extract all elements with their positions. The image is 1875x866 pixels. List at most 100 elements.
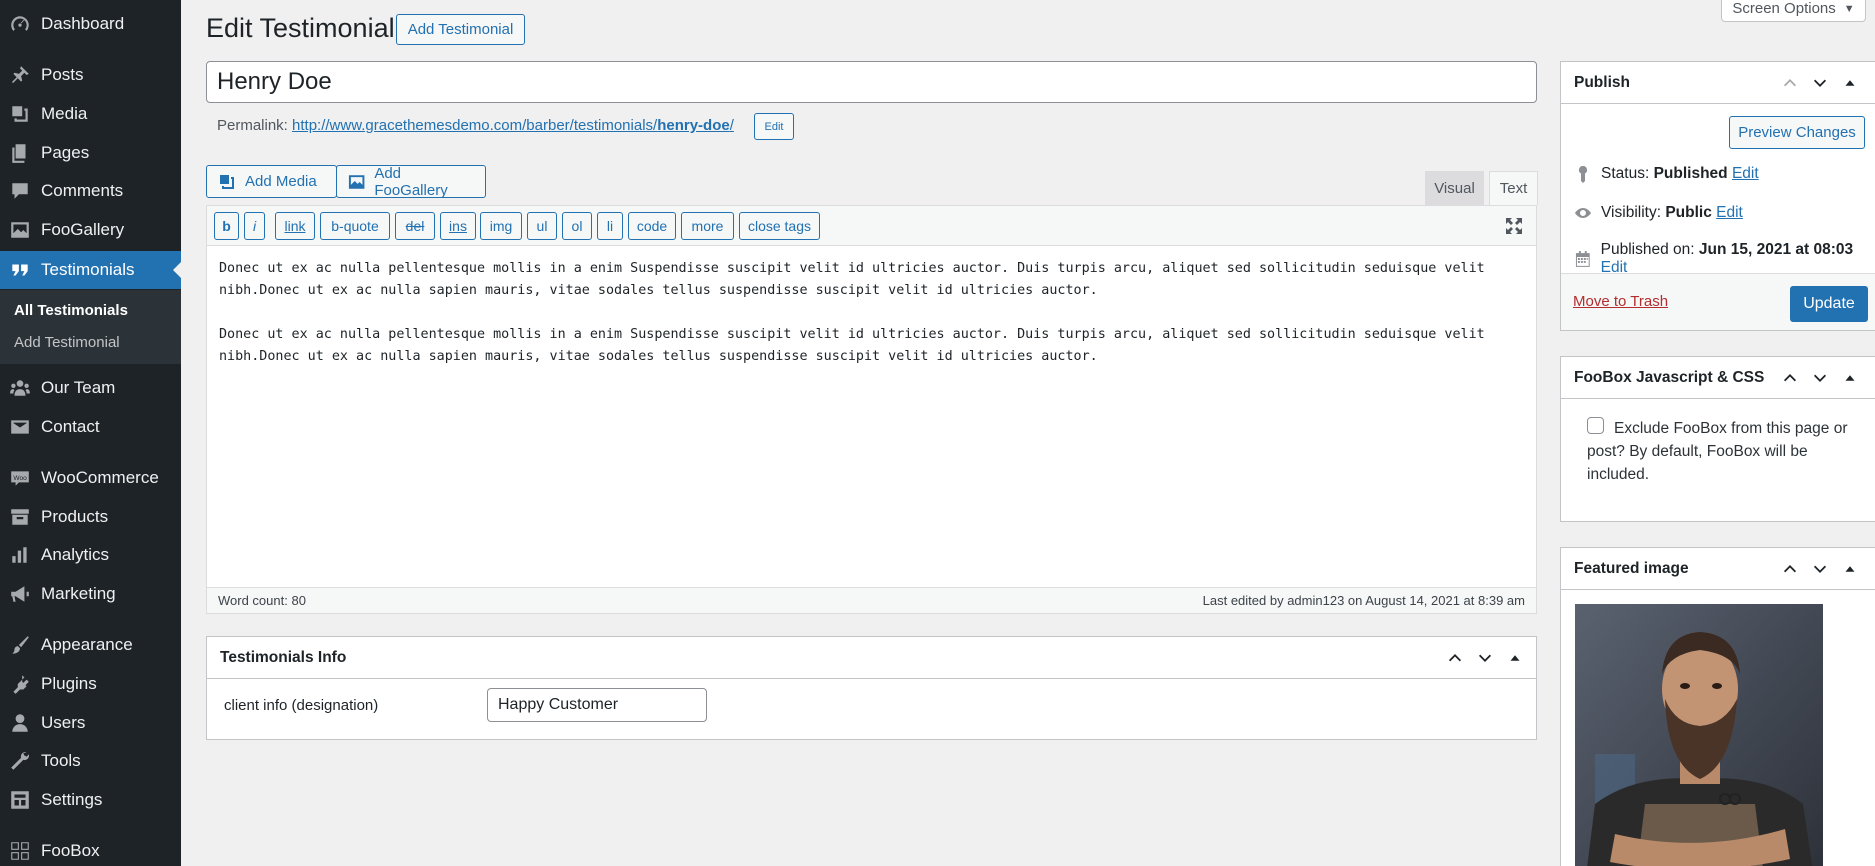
status-label: Status: — [1601, 165, 1650, 182]
menu-label: Our Team — [41, 378, 116, 397]
admin-sidebar: Dashboard Posts Media Pages Comments Foo… — [0, 0, 181, 866]
menu-label: FooBox — [41, 841, 100, 860]
menu-item-foobox[interactable]: FooBox — [0, 834, 181, 866]
add-testimonial-button[interactable]: Add Testimonial — [396, 14, 525, 45]
menu-label: WooCommerce — [41, 468, 159, 487]
qt-close-tags-button[interactable]: close tags — [739, 212, 820, 240]
visibility-edit-link[interactable]: Edit — [1716, 204, 1743, 221]
collapse-toggle-icon[interactable] — [1841, 74, 1859, 92]
menu-item-contact[interactable]: Contact — [0, 410, 181, 444]
qt-ins-button[interactable]: ins — [440, 212, 476, 240]
menu-item-dashboard[interactable]: Dashboard — [0, 7, 181, 41]
comment-icon — [9, 180, 31, 202]
featured-image[interactable] — [1575, 604, 1823, 866]
chevron-down-icon[interactable] — [1811, 560, 1829, 578]
update-button[interactable]: Update — [1790, 286, 1868, 322]
status-value: Published — [1653, 165, 1728, 182]
wrench-icon — [9, 750, 31, 772]
grid-icon — [9, 840, 31, 862]
collapse-toggle-icon[interactable] — [1506, 649, 1524, 667]
chevron-up-icon[interactable] — [1781, 369, 1799, 387]
preview-changes-button[interactable]: Preview Changes — [1729, 116, 1865, 149]
published-on-row: Published on: Jun 15, 2021 at 08:03 Edit — [1573, 241, 1875, 277]
qt-li-button[interactable]: li — [597, 212, 623, 240]
add-media-button[interactable]: Add Media — [206, 165, 337, 198]
post-title-input[interactable] — [206, 61, 1537, 103]
menu-item-media[interactable]: Media — [0, 97, 181, 131]
qt-bold-button[interactable]: b — [214, 212, 239, 240]
published-value: Jun 15, 2021 at 08:03 — [1698, 241, 1854, 258]
menu-item-appearance[interactable]: Appearance — [0, 628, 181, 662]
menu-item-woocommerce[interactable]: Woo WooCommerce — [0, 461, 181, 495]
submenu-all-testimonials[interactable]: All Testimonials — [14, 302, 128, 319]
menu-item-products[interactable]: Products — [0, 500, 181, 534]
foobox-title: FooBox Javascript & CSS — [1574, 369, 1765, 386]
collapse-toggle-icon[interactable] — [1841, 369, 1859, 387]
groups-icon — [9, 377, 31, 399]
status-row: Status: Published Edit — [1573, 164, 1759, 184]
plugin-icon — [9, 673, 31, 695]
calendar-icon — [1575, 251, 1590, 267]
last-edited: Last edited by admin123 on August 14, 20… — [1202, 593, 1525, 608]
publish-actions: Move to Trash Update — [1561, 273, 1875, 330]
qt-ol-button[interactable]: ol — [562, 212, 592, 240]
page-title: Edit Testimonial — [206, 13, 395, 43]
published-label: Published on: — [1600, 241, 1695, 258]
qt-code-button[interactable]: code — [628, 212, 676, 240]
client-info-label: client info (designation) — [224, 697, 379, 714]
chevron-down-icon[interactable] — [1811, 369, 1829, 387]
text-editor: b i link b-quote del ins img ul ol li co… — [206, 205, 1537, 614]
menu-item-plugins[interactable]: Plugins — [0, 667, 181, 701]
submenu-add-testimonial[interactable]: Add Testimonial — [14, 334, 120, 351]
permalink-link[interactable]: http://www.gracethemesdemo.com/barber/te… — [292, 117, 734, 134]
move-to-trash-link[interactable]: Move to Trash — [1573, 293, 1668, 310]
foobox-exclude-checkbox[interactable] — [1587, 417, 1604, 434]
menu-item-our-team[interactable]: Our Team — [0, 371, 181, 405]
media-icon — [9, 103, 31, 125]
qt-img-button[interactable]: img — [480, 212, 522, 240]
chevron-up-icon[interactable] — [1781, 74, 1799, 92]
box-controls — [1781, 560, 1859, 578]
pin-icon — [9, 64, 31, 86]
menu-label: Tools — [41, 751, 81, 770]
tab-text[interactable]: Text — [1489, 171, 1538, 205]
add-foogallery-button[interactable]: Add FooGallery — [336, 165, 486, 199]
status-edit-link[interactable]: Edit — [1732, 165, 1759, 182]
dashboard-icon — [9, 13, 31, 35]
menu-item-users[interactable]: Users — [0, 706, 181, 740]
client-info-input[interactable] — [487, 688, 707, 722]
menu-item-tools[interactable]: Tools — [0, 744, 181, 778]
menu-item-testimonials[interactable]: Testimonials — [0, 251, 181, 289]
menu-label: Users — [41, 713, 86, 732]
fullscreen-icon[interactable] — [1504, 216, 1524, 236]
foobox-box: FooBox Javascript & CSS Exclude FooBox f… — [1560, 356, 1875, 522]
qt-link-button[interactable]: link — [275, 212, 315, 240]
collapse-toggle-icon[interactable] — [1841, 560, 1859, 578]
menu-item-comments[interactable]: Comments — [0, 174, 181, 208]
megaphone-icon — [9, 583, 31, 605]
chevron-down-icon[interactable] — [1476, 649, 1494, 667]
menu-item-pages[interactable]: Pages — [0, 136, 181, 170]
menu-label: FooGallery — [41, 220, 125, 239]
editor-textarea[interactable]: Donec ut ex ac nulla pellentesque mollis… — [219, 258, 1524, 368]
qt-more-button[interactable]: more — [681, 212, 734, 240]
chevron-down-icon[interactable] — [1811, 74, 1829, 92]
archive-icon — [9, 506, 31, 528]
qt-del-button[interactable]: del — [395, 212, 435, 240]
menu-item-foogallery[interactable]: FooGallery — [0, 213, 181, 247]
tab-visual[interactable]: Visual — [1425, 171, 1484, 205]
qt-bquote-button[interactable]: b-quote — [320, 212, 390, 240]
menu-item-settings[interactable]: Settings — [0, 783, 181, 817]
qt-italic-button[interactable]: i — [244, 212, 265, 240]
eye-icon — [1575, 208, 1591, 218]
menu-item-posts[interactable]: Posts — [0, 58, 181, 92]
chevron-up-icon[interactable] — [1446, 649, 1464, 667]
menu-item-marketing[interactable]: Marketing — [0, 577, 181, 611]
menu-item-analytics[interactable]: Analytics — [0, 538, 181, 572]
chevron-up-icon[interactable] — [1781, 560, 1799, 578]
menu-label: Contact — [41, 417, 100, 436]
permalink-edit-button[interactable]: Edit — [754, 113, 794, 140]
menu-label: Analytics — [41, 545, 110, 564]
screen-options-toggle[interactable]: Screen Options ▼ — [1721, 0, 1866, 22]
qt-ul-button[interactable]: ul — [527, 212, 557, 240]
